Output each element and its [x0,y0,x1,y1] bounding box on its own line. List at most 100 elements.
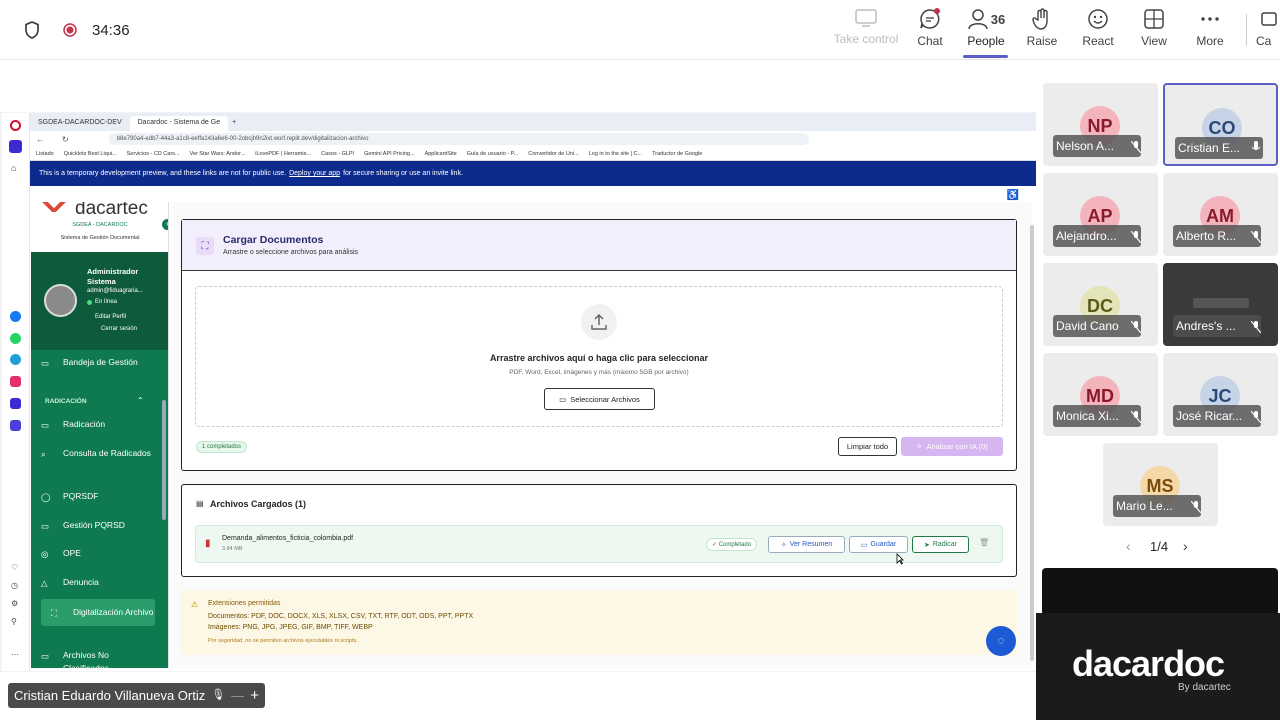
grid-view-icon [1144,9,1164,29]
history-icon[interactable]: ◷ [11,581,18,590]
sidebar-item-no-clasificados[interactable]: ▭ Archivos No Clasificados [41,649,155,668]
url-field[interactable]: b8e790a4-edb7-44a3-a1c8-eeffa143a6e6-00-… [108,133,809,145]
opera-logo-icon[interactable] [10,120,21,131]
sidebar-item-ope[interactable]: ◎ OPE [41,547,155,560]
chevron-left-icon[interactable]: ‹ [1126,538,1131,554]
file-name: Demanda_alimentos_ficticia_colombia.pdf [222,535,354,542]
logout-link[interactable]: Cerrar sesión [101,326,137,332]
bookmark[interactable]: Ver Star Wars: Andor... [190,151,246,157]
take-control-button[interactable]: Take control [834,8,898,56]
sidebar-item-digitalizacion[interactable]: ⛶ Digitalización Archivo [41,599,155,626]
bookmark[interactable]: ApplicantSite [425,151,457,157]
reload-icon[interactable]: ↻ [62,135,69,144]
sidebar-item-gestion-pqrsd[interactable]: ▭ Gestión PQRSD [41,519,155,532]
settings-icon[interactable]: ⚙ [11,599,18,608]
view-button[interactable]: View [1122,8,1186,56]
deploy-link[interactable]: Deploy your app [289,170,340,177]
banner-text: for secure sharing or use an invite link… [343,170,463,177]
bookmark[interactable]: iLovePDF | Herramie... [255,151,311,157]
bookmark[interactable]: Guía de usuario - P... [467,151,519,157]
edit-profile-link[interactable]: Editar Perfil [95,314,126,320]
messenger-icon[interactable] [10,311,21,322]
instagram-icon[interactable] [10,376,21,387]
shield-icon [24,21,40,39]
sidebar-item-bandeja[interactable]: ▭ Bandeja de Gestión [41,356,155,369]
bookmark[interactable]: Traductor de Google [652,151,702,157]
participant-tile[interactable]: AM Alberto R... [1163,173,1278,256]
view-summary-button[interactable]: ✧ Ver Resumen [768,536,845,553]
bookmark[interactable]: Servicios - CD Cars... [127,151,180,157]
participant-tile[interactable]: MS Mario Le... [1103,443,1218,526]
pager-label: 1/4 [1150,539,1169,554]
participant-tile[interactable]: MD Monica Xi... [1043,353,1158,436]
home-icon[interactable]: ⌂ [11,163,16,173]
telegram-icon[interactable] [10,354,21,365]
main-scrollbar[interactable] [1030,225,1034,661]
browser-tab-active[interactable]: Dacardoc - Sistema de Ge [129,116,229,131]
whatsapp-icon[interactable] [10,333,21,344]
sidebar-item-pqrsdf[interactable]: ◯ PQRSDF [41,490,155,503]
participant-name: Andres's ... [1173,315,1261,337]
bookmark[interactable]: Convertidor de Uni... [528,151,578,157]
trash-icon[interactable]: 🗑 [979,538,989,547]
chat-button[interactable]: Chat [898,8,962,56]
participant-tile[interactable]: DC David Cano [1043,263,1158,346]
sidebar-scrollbar[interactable] [162,400,166,520]
sidebar-tagline: Sistema de Gestión Documental [60,235,140,241]
participant-tile[interactable]: NP Nelson A... [1043,83,1158,166]
workspace-icon[interactable] [9,140,22,153]
participant-tile-video[interactable]: Andres's ... [1163,263,1278,346]
raise-hand-button[interactable]: Raise [1010,8,1074,56]
bookmark[interactable]: Quicklotz Best Liqui... [64,151,117,157]
bookmark[interactable]: Log in to the site | C... [589,151,642,157]
save-button[interactable]: ▭ Guardar [849,536,908,553]
drop-zone[interactable]: Arrastre archivos aquí o haga clic para … [195,286,1003,427]
clear-all-button[interactable]: Limpiar todo [838,437,897,456]
analyze-ai-button[interactable]: ✧ Analizar con IA (0) [901,437,1003,456]
extensions-note: Por seguridad, no se permiten archivos e… [208,638,358,644]
dacardoc-byline: By dacartec [1178,682,1231,693]
bookmark[interactable]: Casos - GLPI [321,151,354,157]
collapse-sidebar-icon[interactable]: ‹ [162,219,168,230]
participant-name-text: Alberto R... [1176,229,1237,243]
chevron-right-icon[interactable]: › [1183,538,1188,554]
participant-tile-active[interactable]: CO Cristian E... [1163,83,1278,166]
people-button[interactable]: 36 People [954,8,1018,56]
camera-button[interactable]: Ca [1256,8,1280,56]
minimize-icon[interactable]: — [231,683,244,708]
radicar-button[interactable]: ➤ Radicar [912,536,969,553]
bookmark[interactable]: Gemini API Pricing... [364,151,414,157]
sidebar-item-denuncia[interactable]: △ Denuncia [41,576,155,589]
browser-tab[interactable]: SGDEA-DACARDOC-DEV [30,116,130,131]
participant-tile[interactable]: JC José Ricar... [1163,353,1278,436]
participant-name-text: David Cano [1056,319,1119,333]
scan-icon: ⛶ [196,237,214,255]
chevron-up-icon[interactable]: ⌃ [137,396,144,405]
heart-icon[interactable]: ♡ [11,563,18,572]
sidebar-item-consulta[interactable]: ⌕ Consulta de Radicados [41,447,155,460]
browser-sidebar-strip: ⌂ ♡ ◷ ⚙ ⚲ ⋯ [2,113,30,671]
react-button[interactable]: React [1066,8,1130,56]
extension-icon[interactable] [10,398,21,409]
participant-tile[interactable]: AP Alejandro... [1043,173,1158,256]
back-icon[interactable]: ← [36,135,44,144]
pin-icon[interactable]: ⚲ [11,617,17,626]
new-tab-icon[interactable]: + [228,116,240,131]
mic-muted-icon [1251,411,1261,423]
expand-icon[interactable]: + [250,683,259,708]
participant-name-text: Alejandro... [1056,229,1117,243]
select-files-button[interactable]: ▭ Seleccionar Archivos [544,388,655,410]
select-files-label: Seleccionar Archivos [570,394,640,404]
mic-muted-icon [1131,141,1141,153]
analyze-ai-label: Analizar con IA (0) [926,442,988,451]
more-icon[interactable]: ⋯ [11,650,19,659]
avatar[interactable] [44,284,77,317]
extension-icon[interactable] [10,420,21,431]
bookmark[interactable]: Listado [36,151,54,157]
extensions-documents: Documentos: PDF, DOC, DOCX, XLS, XLSX, C… [208,613,474,620]
browser-tab-strip: SGDEA-DACARDOC-DEV Dacardoc - Sistema de… [30,113,1036,131]
more-button[interactable]: More [1178,8,1242,56]
sidebar-item-radicacion[interactable]: ▭ Radicación [41,418,155,431]
presenter-label: Cristian Eduardo Villanueva Ortiz 🎙 — + [8,683,265,708]
chat-bubble-icon[interactable]: ◌ [986,626,1016,656]
